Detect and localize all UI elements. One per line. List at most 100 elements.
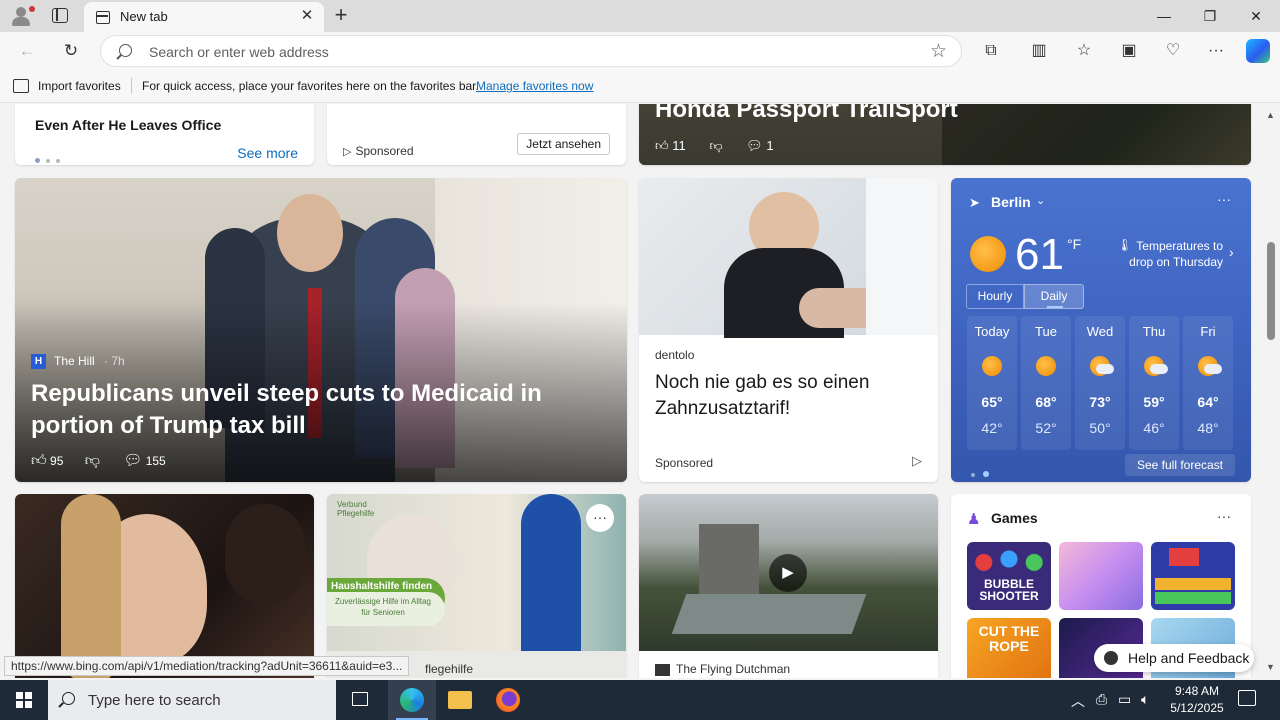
dislike-icon[interactable]: 👎︎ <box>85 452 100 469</box>
video-card[interactable]: ▶ The Flying Dutchman <box>639 494 938 678</box>
taskbar-file-explorer[interactable] <box>436 680 484 720</box>
device-icon[interactable]: ⎙ <box>1096 691 1107 708</box>
extensions-icon[interactable]: ⧉ <box>979 39 1003 63</box>
news-card-top-left[interactable]: Even After He Leaves Office See more <box>15 104 314 165</box>
play-icon[interactable]: ▶ <box>769 554 807 592</box>
title-bar: New tab ✕ + — ❐ ✕ <box>0 0 1280 32</box>
sunny-icon <box>982 356 1002 376</box>
carousel-dots[interactable] <box>35 150 60 165</box>
help-feedback-button[interactable]: Help and Feedback <box>1094 644 1254 672</box>
minimize-button[interactable]: — <box>1141 0 1187 32</box>
close-window-button[interactable]: ✕ <box>1233 0 1279 32</box>
hero-news-card[interactable]: H The Hill · 7h Republicans unveil steep … <box>15 178 627 482</box>
start-button[interactable] <box>16 692 32 708</box>
volume-icon[interactable]: 🔈︎ <box>1141 691 1149 708</box>
game-tile-block-puzzle[interactable] <box>1151 542 1235 610</box>
network-icon[interactable]: ▭ <box>1118 691 1131 708</box>
weather-location[interactable]: Berlin <box>991 194 1031 210</box>
like-icon[interactable]: 👍︎ <box>655 138 669 153</box>
forecast-day[interactable]: Wed 73° 50° <box>1075 316 1125 450</box>
see-full-forecast-button[interactable]: See full forecast <box>1124 454 1235 476</box>
more-options-icon[interactable]: ··· <box>1217 508 1231 524</box>
help-feedback-label: Help and Feedback <box>1128 650 1250 666</box>
reactions-row: 👍︎ 11 👎︎ 💬︎ 1 <box>655 138 774 154</box>
chevron-down-icon[interactable]: ⌄ <box>1036 194 1045 207</box>
more-options-icon[interactable]: ··· <box>1217 191 1231 207</box>
refresh-button[interactable]: ↻ <box>58 38 84 64</box>
taskbar-firefox[interactable] <box>484 680 532 720</box>
cta-button[interactable]: Jetzt ansehen <box>517 133 610 155</box>
split-screen-icon[interactable]: ▥ <box>1027 39 1051 63</box>
game-tile-cut-the-rope[interactable]: CUT THE ROPE <box>967 618 1051 678</box>
close-tab-icon[interactable]: ✕ <box>298 7 316 25</box>
task-view-button[interactable] <box>336 680 384 720</box>
source-name: The Flying Dutchman <box>676 662 791 676</box>
favorites-icon[interactable]: ☆ <box>1072 39 1096 63</box>
manage-favorites-link[interactable]: Manage favorites now <box>476 79 593 93</box>
news-card-celebrity[interactable] <box>15 494 314 678</box>
taskbar-search[interactable]: Type here to search <box>48 680 336 720</box>
forecast-day[interactable]: Tue 68° 52° <box>1021 316 1071 450</box>
source-name: The Hill <box>54 354 95 368</box>
forecast-day[interactable]: Thu 59° 46° <box>1129 316 1179 450</box>
source-row: The Flying Dutchman <box>655 662 790 676</box>
chevron-right-icon[interactable]: › <box>1229 244 1234 260</box>
import-favorites-button[interactable]: Import favorites <box>38 79 121 93</box>
new-tab-page-icon <box>96 11 110 24</box>
reactions-row: 👍︎ 95 👎︎ 💬︎ 155 <box>31 451 166 470</box>
notifications-icon[interactable] <box>1238 690 1256 706</box>
carousel-dots[interactable] <box>971 464 989 482</box>
see-more-link[interactable]: See more <box>237 145 298 161</box>
navigation-bar: ← ↻ Search or enter web address ☆ ⧉ ▥ ☆ … <box>0 32 1280 70</box>
news-card-top-right[interactable]: Honda Passport TrailSport 👍︎ 11 👎︎ 💬︎ 1 <box>639 104 1251 165</box>
ad-card-dentolo[interactable]: dentolo Noch nie gab es so einen Zahnzus… <box>639 178 938 482</box>
tab-new-tab[interactable]: New tab ✕ <box>84 2 324 32</box>
like-icon[interactable]: 👍︎ <box>31 452 47 469</box>
sponsored-card-top[interactable]: ▷ Sponsored Jetzt ansehen <box>327 104 626 165</box>
taskbar-edge[interactable] <box>388 680 436 720</box>
ad-headline[interactable]: Noch nie gab es so einen Zahnzusatztarif… <box>655 370 915 422</box>
browser-essentials-icon[interactable]: ♡ <box>1161 39 1185 63</box>
address-bar[interactable]: Search or enter web address ☆ <box>100 35 962 67</box>
ad-card-pflegehilfe[interactable]: Verbund Pflegehilfe Haushaltshilfe finde… <box>327 494 626 678</box>
pflegehilfe-logo: Verbund Pflegehilfe <box>337 500 375 518</box>
page-scrollbar[interactable]: ▲ ▼ <box>1262 104 1280 678</box>
game-tile-makeup-brushes[interactable] <box>1059 542 1143 610</box>
weather-alert[interactable]: Temperatures to drop on Thursday <box>1127 238 1223 270</box>
firefox-icon <box>496 688 520 712</box>
taskbar-clock[interactable]: 9:48 AM 5/12/2025 <box>1162 683 1232 717</box>
games-icon: ♟ <box>967 511 981 528</box>
new-tab-button[interactable]: + <box>330 4 352 26</box>
profile-icon[interactable] <box>8 4 35 28</box>
back-button[interactable]: ← <box>14 38 40 64</box>
restore-button[interactable]: ❐ <box>1187 0 1233 32</box>
tab-actions-icon[interactable] <box>52 8 68 23</box>
collections-icon[interactable]: ▣ <box>1117 39 1141 63</box>
favorite-star-icon[interactable]: ☆ <box>930 40 947 63</box>
partly-cloudy-icon <box>1090 356 1114 376</box>
tab-hourly[interactable]: Hourly <box>966 284 1024 309</box>
forecast-day[interactable]: Today 65° 42° <box>967 316 1017 450</box>
temperature-unit[interactable]: °F <box>1067 236 1081 252</box>
dislike-icon[interactable]: 👎︎ <box>709 138 722 153</box>
ad-choices-icon[interactable]: ▷ <box>912 453 922 469</box>
more-options-icon[interactable]: ··· <box>586 504 614 532</box>
hero-headline[interactable]: Republicans unveil steep cuts to Medicai… <box>31 378 621 442</box>
help-icon <box>1104 651 1118 665</box>
games-title: Games <box>991 510 1038 526</box>
more-menu-icon[interactable]: ··· <box>1204 39 1228 63</box>
scroll-down-icon[interactable]: ▼ <box>1266 662 1275 672</box>
game-tile-bubble-shooter[interactable]: BUBBLE SHOOTER <box>967 542 1051 610</box>
comment-icon[interactable]: 💬︎ <box>123 452 142 469</box>
taskbar: Type here to search ︿ ⎙ ▭ 🔈︎ 9:48 AM 5/1… <box>0 680 1280 720</box>
ad-image <box>639 178 938 338</box>
like-count: 11 <box>672 138 686 153</box>
clock-time: 9:48 AM <box>1174 684 1220 698</box>
show-hidden-icons[interactable]: ︿ <box>1071 691 1085 711</box>
forecast-day[interactable]: Fri 64° 48° <box>1183 316 1233 450</box>
comment-icon[interactable]: 💬︎ <box>746 138 763 153</box>
copilot-icon[interactable] <box>1246 39 1270 63</box>
scrollbar-thumb[interactable] <box>1267 242 1275 340</box>
scroll-up-icon[interactable]: ▲ <box>1266 110 1275 120</box>
weather-card[interactable]: ➤ Berlin ⌄ ··· 61 °F 🌡︎ Temperatures to … <box>951 178 1251 482</box>
